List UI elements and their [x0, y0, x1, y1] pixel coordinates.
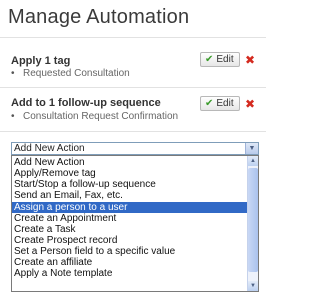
option-create-task[interactable]: Create a Task: [12, 224, 249, 235]
option-assign-person[interactable]: Assign a person to a user: [12, 202, 249, 213]
check-icon: ✔: [205, 98, 214, 109]
delete-x-icon[interactable]: ✖: [245, 98, 255, 110]
bullet-icon: •: [11, 68, 15, 79]
action-title: Add to 1 follow-up sequence: [11, 97, 161, 109]
check-icon: ✔: [205, 54, 214, 65]
action-detail-text: Requested Consultation: [23, 68, 130, 79]
scroll-up-icon[interactable]: ▲: [248, 156, 258, 166]
scroll-thumb[interactable]: [248, 168, 258, 272]
scrollbar[interactable]: ▲ ▼: [247, 156, 258, 291]
option-apply-note-template[interactable]: Apply a Note template: [12, 268, 249, 279]
option-apply-remove-tag[interactable]: Apply/Remove tag: [12, 168, 249, 179]
new-action-select[interactable]: Add New Action ▼: [11, 142, 259, 155]
divider: [0, 87, 266, 88]
edit-label: Edit: [216, 98, 234, 109]
action-title: Apply 1 tag: [11, 55, 71, 67]
page-title: Manage Automation: [8, 6, 190, 28]
divider: [0, 131, 266, 132]
new-action-options[interactable]: Add New Action Apply/Remove tag Start/St…: [11, 155, 259, 292]
option-send-email[interactable]: Send an Email, Fax, etc.: [12, 190, 249, 201]
delete-x-icon[interactable]: ✖: [245, 54, 255, 66]
edit-label: Edit: [216, 54, 234, 65]
scroll-down-icon[interactable]: ▼: [248, 281, 258, 291]
divider: [0, 37, 266, 38]
option-add-new-action[interactable]: Add New Action: [12, 157, 249, 168]
option-create-prospect[interactable]: Create Prospect record: [12, 235, 249, 246]
option-start-stop-sequence[interactable]: Start/Stop a follow-up sequence: [12, 179, 249, 190]
option-create-appointment[interactable]: Create an Appointment: [12, 213, 249, 224]
option-create-affiliate[interactable]: Create an affiliate: [12, 257, 249, 268]
action-detail-text: Consultation Request Confirmation: [23, 111, 179, 122]
select-value: Add New Action: [14, 143, 85, 154]
action-detail: • Requested Consultation: [11, 68, 130, 79]
chevron-down-icon[interactable]: ▼: [245, 143, 258, 154]
option-set-person-field[interactable]: Set a Person field to a specific value: [12, 246, 249, 257]
edit-button[interactable]: ✔ Edit: [200, 52, 240, 67]
edit-button[interactable]: ✔ Edit: [200, 96, 240, 111]
bullet-icon: •: [11, 111, 15, 122]
action-detail: • Consultation Request Confirmation: [11, 111, 178, 122]
